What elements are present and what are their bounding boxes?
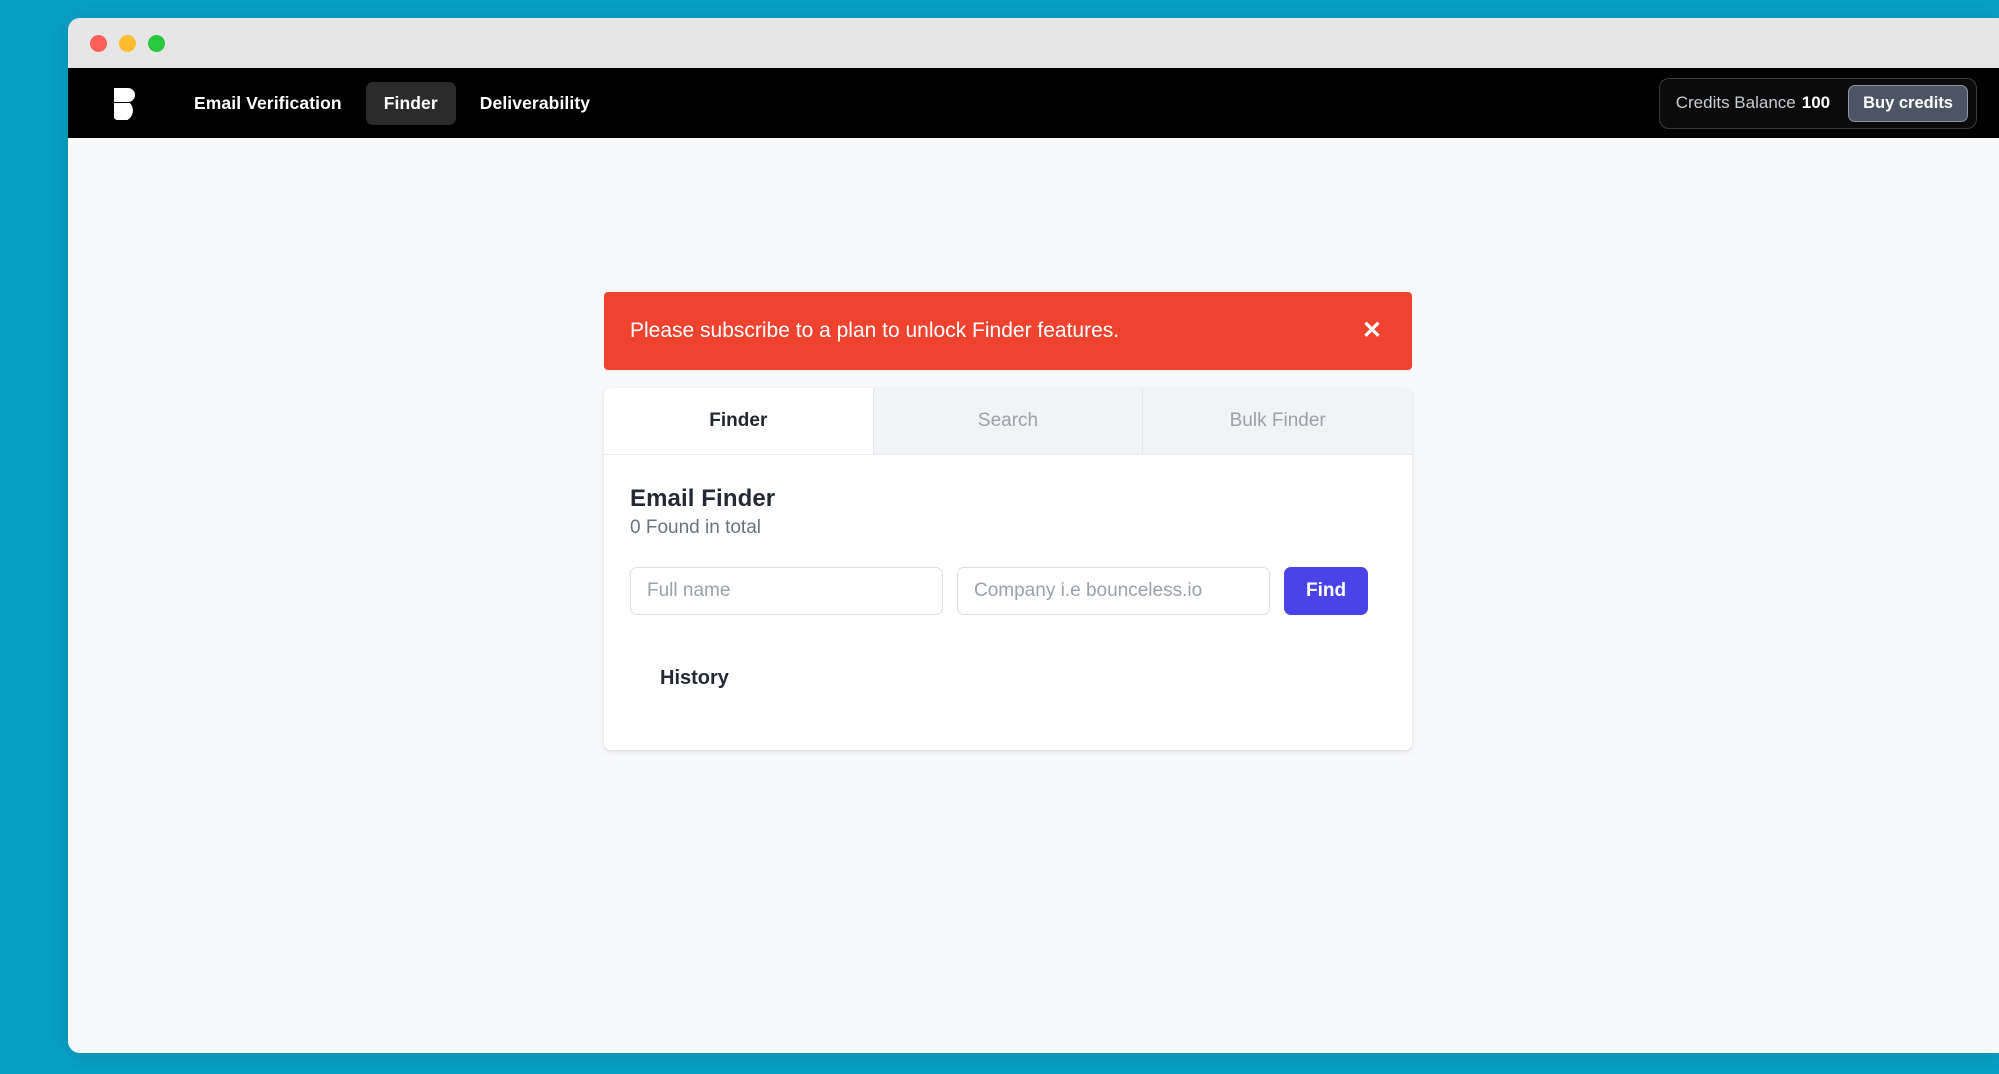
credits-balance-label: Credits Balance: [1675, 93, 1796, 112]
page-title: Email Finder: [630, 485, 776, 512]
history-section-title: History: [660, 667, 729, 689]
browser-window: Email Verification Finder Deliverability…: [68, 18, 1999, 1053]
full-name-input[interactable]: [630, 567, 943, 615]
minimize-window-button[interactable]: [119, 34, 136, 52]
credits-balance-value: 100: [1801, 93, 1831, 112]
tab-label: Finder: [709, 410, 768, 431]
nav-link-label: Email Verification: [194, 92, 342, 113]
tab-label: Search: [977, 410, 1039, 431]
top-navbar: Email Verification Finder Deliverability…: [68, 68, 1999, 138]
nav-links: Email Verification Finder Deliverability: [176, 81, 608, 125]
nav-link-finder[interactable]: Finder: [365, 81, 456, 125]
nav-link-email-verification[interactable]: Email Verification: [176, 82, 360, 125]
close-window-button[interactable]: [90, 34, 107, 52]
tab-finder[interactable]: Finder: [604, 388, 874, 454]
center-column: Please subscribe to a plan to unlock Fin…: [604, 292, 1412, 750]
company-input[interactable]: [957, 567, 1270, 615]
bounceless-logo-icon[interactable]: [108, 86, 138, 120]
alert-message: Please subscribe to a plan to unlock Fin…: [630, 319, 1120, 342]
nav-link-deliverability[interactable]: Deliverability: [462, 82, 608, 125]
card-tabs: Finder Search Bulk Finder: [604, 388, 1412, 455]
nav-link-label: Deliverability: [479, 92, 591, 113]
nav-link-label: Finder: [383, 92, 438, 113]
finder-panel: Email Finder 0 Found in total Find Histo…: [604, 455, 1412, 750]
tab-search[interactable]: Search: [873, 388, 1144, 454]
tab-bulk-finder[interactable]: Bulk Finder: [1143, 388, 1412, 454]
page-content: Please subscribe to a plan to unlock Fin…: [68, 138, 1999, 1053]
maximize-window-button[interactable]: [148, 34, 165, 52]
found-total-label: 0 Found in total: [630, 517, 761, 538]
credits-balance-box: Credits Balance 100 Buy credits: [1658, 77, 1977, 129]
find-button[interactable]: Find: [1284, 567, 1369, 615]
finder-form: Find: [630, 567, 1412, 615]
tab-label: Bulk Finder: [1229, 410, 1326, 431]
window-titlebar: [68, 18, 1999, 68]
close-icon[interactable]: ✕: [1362, 319, 1382, 343]
finder-card: Finder Search Bulk Finder Email Finder 0…: [604, 388, 1412, 750]
subscribe-alert-banner: Please subscribe to a plan to unlock Fin…: [604, 292, 1412, 370]
buy-credits-button[interactable]: Buy credits: [1848, 84, 1968, 122]
history-list: [604, 690, 1412, 750]
